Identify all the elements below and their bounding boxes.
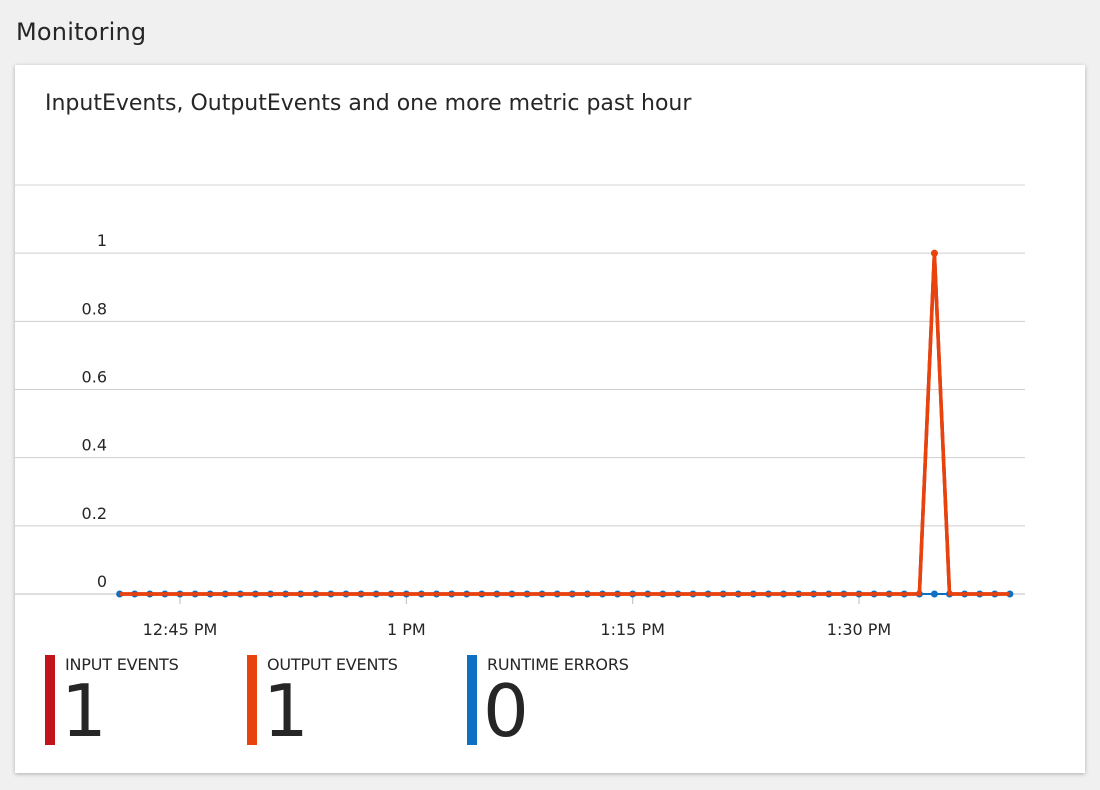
- series-line-output-events: [119, 253, 1010, 596]
- tile-value: 0: [483, 669, 529, 753]
- x-tick-label: 1:30 PM: [827, 620, 891, 639]
- series-line-input-events: [119, 253, 1010, 596]
- y-tick-label: 0.4: [82, 436, 107, 455]
- tile-value: 1: [263, 669, 309, 753]
- metric-tiles: INPUT EVENTS 1 OUTPUT EVENTS 1 RUNTIME E…: [45, 655, 1045, 751]
- data-point: [930, 249, 938, 257]
- x-tick-label: 1 PM: [387, 620, 426, 639]
- tile-color-bar: [467, 655, 477, 745]
- y-tick-label: 0.8: [82, 299, 107, 318]
- y-tick-label: 0.2: [82, 504, 107, 523]
- tile-color-bar: [247, 655, 257, 745]
- tile-color-bar: [45, 655, 55, 745]
- data-point: [930, 590, 938, 598]
- y-tick-label: 0.6: [82, 368, 107, 387]
- section-title: Monitoring: [16, 18, 147, 46]
- metrics-line-chart[interactable]: 0 0.2 0.4 0.6 0.8 1 12:45 PM 1 PM 1:15 PM 1:30 PM: [15, 65, 1085, 645]
- x-tick-label: 1:15 PM: [600, 620, 664, 639]
- x-tick-label: 12:45 PM: [143, 620, 218, 639]
- tile-value: 1: [61, 669, 107, 753]
- y-tick-label: 0: [97, 572, 107, 591]
- monitoring-card[interactable]: InputEvents, OutputEvents and one more m…: [15, 65, 1085, 773]
- y-tick-label: 1: [97, 231, 107, 250]
